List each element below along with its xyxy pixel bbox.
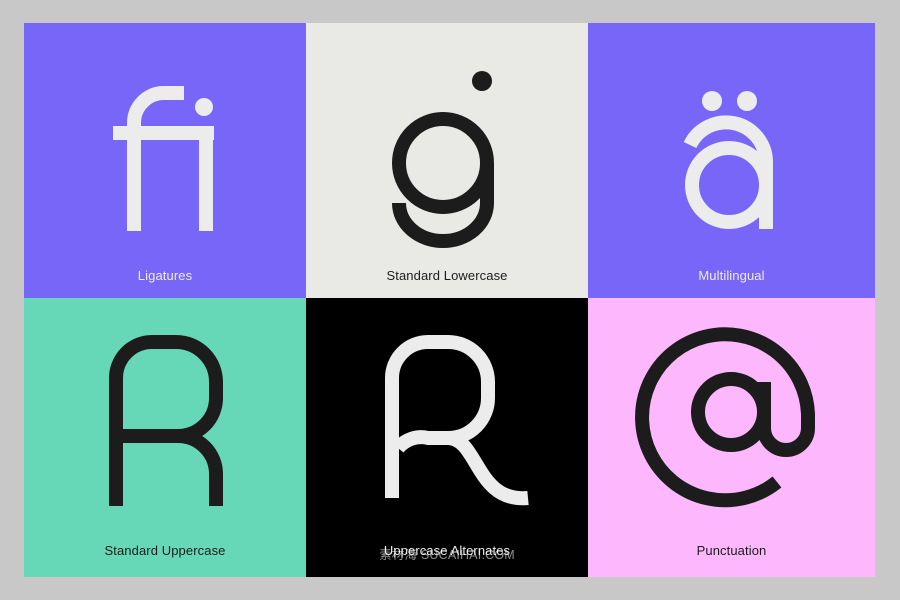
R-uppercase-glyph xyxy=(109,335,223,506)
at-sign-glyph xyxy=(635,327,815,508)
R-alternate-glyph xyxy=(385,335,529,506)
specimen-grid: Ligatures Standard Lowercase Multilingua… xyxy=(24,23,875,577)
tile-label: Multilingual xyxy=(698,268,765,283)
tile-label: Standard Lowercase xyxy=(386,268,508,283)
tile-label: Ligatures xyxy=(137,268,193,283)
tile-label: Uppercase Alternates xyxy=(383,543,511,558)
tile-label: Punctuation xyxy=(696,543,767,558)
tile-standard-lowercase: Standard Lowercase xyxy=(306,23,588,298)
a-umlaut-glyph xyxy=(683,91,773,229)
g-lowercase-glyph xyxy=(392,71,494,248)
fi-ligature-glyph xyxy=(113,86,214,231)
tile-multilingual: Multilingual xyxy=(588,23,875,298)
tile-ligatures: Ligatures xyxy=(24,23,306,298)
tile-uppercase-alternates: Uppercase Alternates 素材海 SUCAIHAI.COM xyxy=(306,298,588,577)
tile-standard-uppercase: Standard Uppercase xyxy=(24,298,306,577)
tile-punctuation: Punctuation xyxy=(588,298,875,577)
tile-label: Standard Uppercase xyxy=(104,543,226,558)
